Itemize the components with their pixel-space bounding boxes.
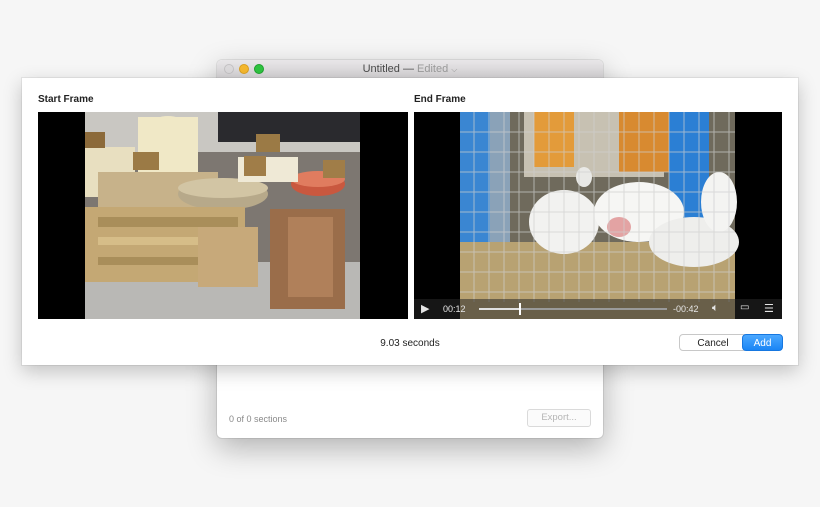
- title-separator: —: [402, 63, 414, 75]
- cancel-button[interactable]: Cancel: [679, 334, 747, 351]
- window-titlebar[interactable]: Untitled — Edited ⌵: [217, 60, 603, 79]
- player-controls: ▶ 00:12 -00:42 🔈︎ ▭ ☰: [414, 299, 782, 319]
- sections-count: 0 of 0 sections: [229, 414, 288, 424]
- start-frame-label: Start Frame: [38, 94, 94, 105]
- add-button[interactable]: Add: [742, 334, 783, 351]
- cheese-market-image: [38, 112, 408, 319]
- play-icon[interactable]: ▶: [421, 302, 429, 315]
- remaining-time: -00:42: [673, 304, 699, 314]
- airplay-icon[interactable]: ▭: [740, 302, 749, 313]
- end-frame-label: End Frame: [414, 94, 466, 105]
- end-frame-preview[interactable]: ▶ 00:12 -00:42 🔈︎ ▭ ☰: [414, 112, 782, 319]
- chicken-cage-image: [414, 112, 782, 319]
- chevron-down-icon[interactable]: ⌵: [451, 65, 457, 74]
- export-button[interactable]: Export...: [527, 409, 591, 427]
- scrubber-progress: [479, 308, 521, 310]
- window-title[interactable]: Untitled — Edited ⌵: [217, 63, 603, 75]
- window-title-text: Untitled: [362, 63, 400, 75]
- scrubber-handle[interactable]: [519, 303, 522, 315]
- chapters-list-icon[interactable]: ☰: [764, 302, 774, 315]
- frame-selection-sheet: Start Frame End Frame ▶ 00:12 -00:42 🔈︎ …: [22, 78, 798, 365]
- elapsed-time: 00:12: [443, 304, 466, 314]
- volume-icon[interactable]: 🔈︎: [712, 302, 719, 315]
- scrubber-track[interactable]: [479, 303, 667, 315]
- start-frame-preview[interactable]: [38, 112, 408, 319]
- edited-label: Edited: [417, 63, 449, 75]
